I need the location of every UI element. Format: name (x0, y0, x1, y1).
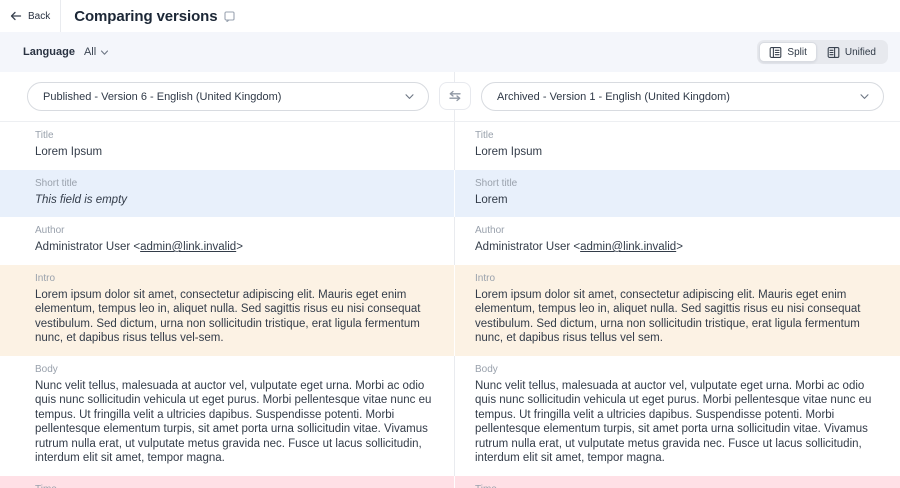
author-name: Administrator User < (475, 241, 580, 253)
arrow-left-icon (10, 10, 22, 22)
field-label: Body (35, 364, 434, 375)
author-suffix: > (236, 241, 243, 253)
back-button[interactable]: Back (8, 0, 60, 32)
field-label: Title (35, 130, 434, 141)
field-cell-left: Title Lorem Ipsum (0, 122, 455, 170)
author-email-link[interactable]: admin@link.invalid (140, 241, 236, 253)
split-view-label: Split (787, 47, 806, 58)
top-header-bar: Back Comparing versions (0, 0, 900, 32)
unified-view-button[interactable]: Unified (817, 42, 886, 62)
field-value: Lorem Ipsum (35, 145, 434, 160)
page-title-wrap: Comparing versions (74, 8, 235, 25)
field-cell-right: Author Administrator User <admin@link.in… (455, 217, 900, 265)
version-selector-row: Published - Version 6 - English (United … (0, 72, 900, 121)
right-version-cell: Archived - Version 1 - English (United K… (455, 72, 900, 121)
language-group: Language All (23, 46, 109, 58)
author-email-link[interactable]: admin@link.invalid (580, 241, 676, 253)
field-value: Administrator User <admin@link.invalid> (35, 240, 434, 255)
unified-view-icon (827, 46, 840, 59)
language-label: Language (23, 46, 75, 58)
swap-horizontal-icon (448, 90, 462, 102)
field-value: Lorem (475, 193, 880, 208)
compare-row-time: Time 12:00 Time This field is empty (0, 476, 900, 488)
field-label: Short title (475, 178, 880, 189)
left-version-dropdown[interactable]: Published - Version 6 - English (United … (27, 82, 429, 111)
left-version-value: Published - Version 6 - English (United … (43, 91, 281, 103)
author-suffix: > (676, 241, 683, 253)
field-cell-left: Time 12:00 (0, 476, 455, 488)
compare-row-title: Title Lorem Ipsum Title Lorem Ipsum (0, 122, 900, 170)
field-cell-right: Intro Lorem ipsum dolor sit amet, consec… (455, 265, 900, 356)
field-label: Intro (35, 273, 434, 284)
field-cell-left: Body Nunc velit tellus, malesuada at auc… (0, 356, 455, 476)
compare-row-author: Author Administrator User <admin@link.in… (0, 217, 900, 265)
field-label: Author (475, 225, 880, 236)
comment-icon (224, 11, 235, 22)
right-version-dropdown[interactable]: Archived - Version 1 - English (United K… (481, 82, 884, 111)
field-value: Nunc velit tellus, malesuada at auctor v… (35, 379, 434, 466)
language-selected-value: All (84, 46, 96, 58)
field-value: Lorem Ipsum (475, 145, 880, 160)
field-label: Short title (35, 178, 434, 189)
field-label: Body (475, 364, 880, 375)
filter-toolbar: Language All Split (0, 32, 900, 72)
split-view-button[interactable]: Split (759, 42, 816, 62)
field-label: Intro (475, 273, 880, 284)
compare-row-intro: Intro Lorem ipsum dolor sit amet, consec… (0, 265, 900, 356)
comparison-rows: Title Lorem Ipsum Title Lorem Ipsum Shor… (0, 121, 900, 488)
field-label: Author (35, 225, 434, 236)
field-cell-right: Title Lorem Ipsum (455, 122, 900, 170)
chevron-down-icon (404, 91, 415, 102)
field-value-empty: This field is empty (35, 193, 434, 208)
field-label: Title (475, 130, 880, 141)
field-label: Time (35, 484, 434, 488)
field-cell-left: Intro Lorem ipsum dolor sit amet, consec… (0, 265, 455, 356)
chevron-down-icon (859, 91, 870, 102)
compare-row-short-title: Short title This field is empty Short ti… (0, 170, 900, 218)
field-label: Time (475, 484, 880, 488)
field-value: Lorem ipsum dolor sit amet, consectetur … (475, 288, 880, 346)
split-view-icon (769, 46, 782, 59)
comparing-versions-page: Back Comparing versions Language All (0, 0, 900, 488)
field-value: Administrator User <admin@link.invalid> (475, 240, 880, 255)
compare-row-body: Body Nunc velit tellus, malesuada at auc… (0, 356, 900, 476)
chevron-down-icon (100, 48, 109, 57)
field-cell-left: Author Administrator User <admin@link.in… (0, 217, 455, 265)
language-select[interactable]: All (84, 46, 109, 58)
field-cell-right: Body Nunc velit tellus, malesuada at auc… (455, 356, 900, 476)
swap-versions-button[interactable] (439, 82, 471, 110)
field-value: Lorem ipsum dolor sit amet, consectetur … (35, 288, 434, 346)
left-version-cell: Published - Version 6 - English (United … (0, 72, 455, 121)
header-divider (60, 0, 61, 32)
field-cell-right: Time This field is empty (455, 476, 900, 488)
field-cell-left: Short title This field is empty (0, 170, 455, 218)
field-value: Nunc velit tellus, malesuada at auctor v… (475, 379, 880, 466)
field-cell-right: Short title Lorem (455, 170, 900, 218)
back-button-label: Back (28, 11, 50, 22)
view-mode-toggle: Split Unified (757, 40, 888, 64)
page-title: Comparing versions (74, 8, 217, 25)
author-name: Administrator User < (35, 241, 140, 253)
right-version-value: Archived - Version 1 - English (United K… (497, 91, 730, 103)
unified-view-label: Unified (845, 47, 876, 58)
